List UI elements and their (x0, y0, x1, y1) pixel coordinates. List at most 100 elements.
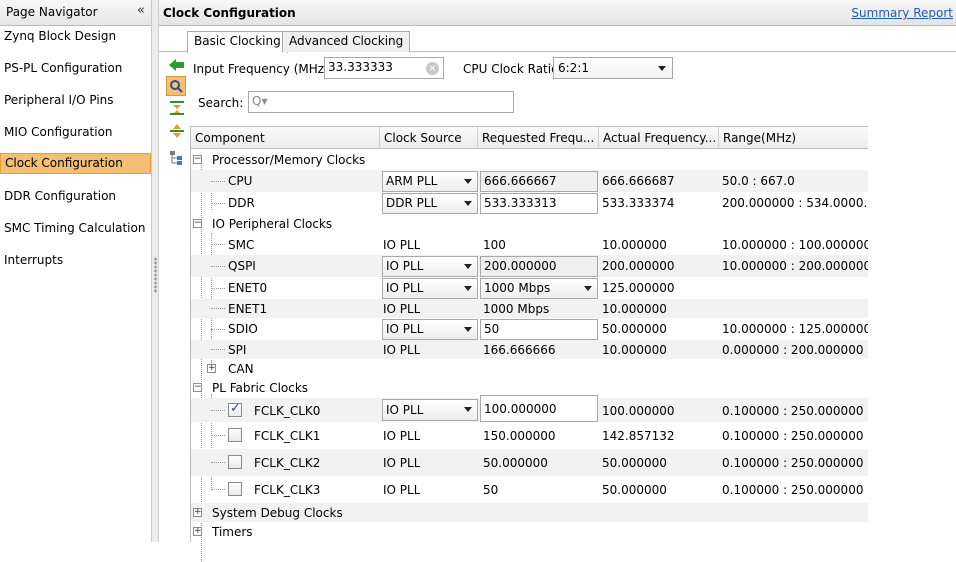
chevron-down-icon (464, 286, 472, 291)
cpu-clock-ratio-select[interactable]: 6:2:1 (553, 57, 673, 79)
group-label: System Debug Clocks (212, 506, 343, 520)
chevron-down-icon (464, 201, 472, 206)
collapse-toggle-icon[interactable]: − (193, 155, 202, 164)
summary-report-link[interactable]: Summary Report (851, 6, 953, 20)
chevron-down-icon (464, 327, 472, 332)
requested-frequency-field[interactable]: 100.000000 (480, 395, 598, 422)
back-arrow-icon[interactable] (167, 55, 187, 75)
cpu-clock-ratio-label: CPU Clock Ratio (463, 62, 559, 76)
actual-frequency: 50.000000 (602, 483, 667, 497)
tab-advanced-clocking[interactable]: Advanced Clocking (282, 31, 411, 52)
requested-frequency-field[interactable]: 200.000000 (480, 256, 598, 277)
clock-source-select[interactable]: IO PLL (382, 256, 478, 277)
clock-source-value: IO PLL (383, 429, 421, 443)
table-empty-area (868, 126, 956, 542)
tree-line (211, 288, 225, 289)
clock-source-value: IO PLL (383, 483, 421, 497)
requested-frequency-field[interactable]: 666.666667 (480, 171, 598, 192)
expand-toggle-icon[interactable]: + (193, 527, 202, 536)
column-header-requested-frequency[interactable]: Requested Frequ... (478, 127, 599, 149)
clock-source-select[interactable]: IO PLL (382, 399, 478, 421)
search-input[interactable]: Q▾ (248, 91, 514, 113)
column-header-actual-frequency[interactable]: Actual Frequency... (599, 127, 719, 149)
nav-item-smc-timing-calculation[interactable]: SMC Timing Calculation (0, 219, 151, 240)
nav-item-ddr-configuration[interactable]: DDR Configuration (0, 187, 151, 208)
nav-item-peripheral-io-pins[interactable]: Peripheral I/O Pins (0, 91, 151, 112)
clock-source-select[interactable]: DDR PLL (382, 193, 478, 214)
nav-item-clock-configuration[interactable]: Clock Configuration (0, 153, 151, 174)
fclk-clk2-enable-checkbox[interactable] (228, 455, 242, 469)
table-row-smc: SMC IO PLL 100 10.000000 10.000000 : 100… (191, 234, 872, 255)
component-name: SMC (228, 238, 255, 252)
clock-source-select[interactable]: ARM PLL (382, 171, 478, 192)
component-name: SDIO (228, 322, 258, 336)
group-row-io-peripheral[interactable]: − IO Peripheral Clocks (191, 214, 869, 234)
nav-item-zynq-block-design[interactable]: Zynq Block Design (0, 27, 151, 48)
navigator-title: Page Navigator (6, 5, 98, 19)
collapse-toggle-icon[interactable]: − (193, 219, 202, 228)
collapse-all-icon[interactable] (167, 98, 187, 118)
panel-splitter[interactable] (152, 0, 159, 542)
clock-table: Component Clock Source Requested Frequ..… (190, 126, 872, 562)
clock-source-value: IO PLL (386, 281, 424, 295)
page-navigator: Page Navigator « Zynq Block Design PS-PL… (0, 0, 152, 542)
component-name: QSPI (228, 259, 256, 273)
actual-frequency: 10.000000 (602, 343, 667, 357)
tree-line (211, 435, 225, 436)
group-label: IO Peripheral Clocks (212, 217, 333, 231)
tab-basic-clocking[interactable]: Basic Clocking (187, 31, 288, 53)
collapse-toggle-icon[interactable]: − (193, 383, 202, 392)
group-row-processor-memory[interactable]: − Processor/Memory Clocks (191, 150, 869, 170)
group-row-system-debug[interactable]: + System Debug Clocks (191, 503, 869, 522)
requested-frequency: 100 (483, 238, 506, 252)
group-row-timers[interactable]: + Timers (191, 522, 869, 542)
nav-item-interrupts[interactable]: Interrupts (0, 251, 151, 272)
clock-source-value: IO PLL (383, 343, 421, 357)
fclk-clk3-enable-checkbox[interactable] (228, 482, 242, 496)
tab-bar: Basic Clocking Advanced Clocking (159, 27, 956, 53)
range-value: 10.000000 : 100.000000 (722, 238, 872, 252)
column-header-range[interactable]: Range(MHz) (719, 127, 869, 149)
clock-source-value: IO PLL (386, 259, 424, 273)
actual-frequency: 50.000000 (602, 456, 667, 470)
expand-toggle-icon[interactable]: + (207, 364, 216, 373)
requested-frequency: 150.000000 (483, 429, 556, 443)
clock-source-value: DDR PLL (386, 196, 438, 210)
range-value: 50.0 : 667.0 (722, 174, 795, 188)
requested-frequency-field[interactable]: 533.333313 (480, 193, 598, 214)
collapse-icon[interactable]: « (137, 3, 145, 18)
actual-frequency: 142.857132 (602, 429, 675, 443)
table-row-ddr: DDR DDR PLL 533.333313 533.333374 200.00… (191, 192, 869, 214)
expand-all-icon[interactable] (167, 121, 187, 141)
clock-source-value: ARM PLL (386, 174, 438, 188)
actual-frequency: 533.333374 (602, 196, 675, 210)
search-placeholder: Q▾ (252, 94, 268, 108)
range-value: 10.000000 : 200.000000 (722, 259, 872, 273)
chevron-down-icon (464, 179, 472, 184)
search-icon[interactable] (166, 76, 186, 96)
fclk-clk1-enable-checkbox[interactable] (228, 428, 242, 442)
column-header-component[interactable]: Component (191, 127, 380, 149)
nav-item-mio-configuration[interactable]: MIO Configuration (0, 123, 151, 144)
clock-source-select[interactable]: IO PLL (382, 319, 478, 340)
tree-line (211, 244, 225, 245)
range-value: 10.000000 : 125.000000 (722, 322, 872, 336)
table-row-enet0: ENET0 IO PLL 1000 Mbps 125.000000 (191, 277, 869, 299)
table-row-can[interactable]: + CAN (191, 359, 869, 378)
fclk-clk0-enable-checkbox[interactable] (228, 401, 242, 417)
requested-frequency-field[interactable]: 50 (480, 319, 598, 340)
clock-source-select[interactable]: IO PLL (382, 278, 478, 299)
actual-frequency: 125.000000 (602, 281, 675, 295)
panel-header: Clock Configuration Summary Report (159, 0, 956, 26)
actual-frequency: 50.000000 (602, 322, 667, 336)
table-row-cpu: CPU ARM PLL 666.666667 666.666687 50.0 :… (191, 170, 869, 192)
ethernet-speed-select[interactable]: 1000 Mbps (480, 278, 598, 299)
tree-line (211, 489, 225, 490)
column-header-clock-source[interactable]: Clock Source (380, 127, 478, 149)
splitter-grip[interactable] (154, 257, 157, 293)
hierarchy-icon[interactable] (167, 148, 187, 168)
table-header: Component Clock Source Requested Frequ..… (191, 126, 869, 149)
expand-toggle-icon[interactable]: + (193, 508, 202, 517)
clear-icon[interactable]: × (426, 62, 439, 75)
nav-item-ps-pl-configuration[interactable]: PS-PL Configuration (0, 59, 151, 80)
